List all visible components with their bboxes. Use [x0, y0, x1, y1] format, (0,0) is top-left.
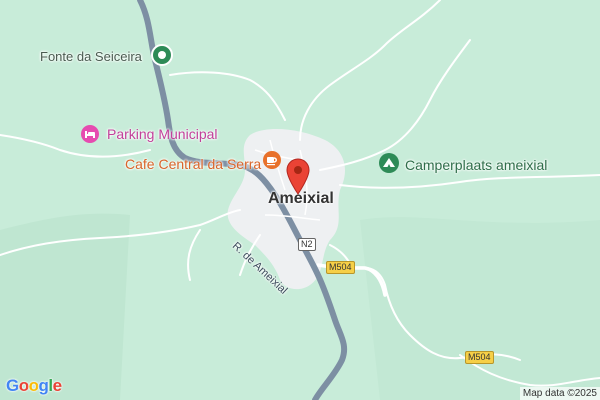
road-shield-n2[interactable]: N2	[298, 238, 316, 251]
google-logo: Google	[6, 376, 62, 395]
poi-label-parking[interactable]: Parking Municipal	[107, 126, 218, 142]
terrain-shade	[360, 217, 600, 400]
map-attribution[interactable]: Map data ©2025	[519, 387, 600, 400]
poi-label-camper[interactable]: Camperplaats ameixial	[405, 157, 547, 173]
campground-icon[interactable]	[378, 152, 400, 174]
coffee-icon[interactable]	[262, 150, 282, 170]
location-pin-icon[interactable]	[286, 158, 310, 196]
map-canvas[interactable]: Fonte da Seiceira Parking Municipal Cafe…	[0, 0, 600, 400]
poi-label-cafe[interactable]: Cafe Central da Serra	[125, 156, 261, 172]
water-fountain-icon[interactable]	[151, 44, 173, 66]
lodging-icon[interactable]	[80, 124, 100, 144]
road-shield-m504[interactable]: M504	[465, 351, 494, 364]
road-shield-m504[interactable]: M504	[326, 261, 355, 274]
poi-label-fonte[interactable]: Fonte da Seiceira	[40, 49, 142, 64]
